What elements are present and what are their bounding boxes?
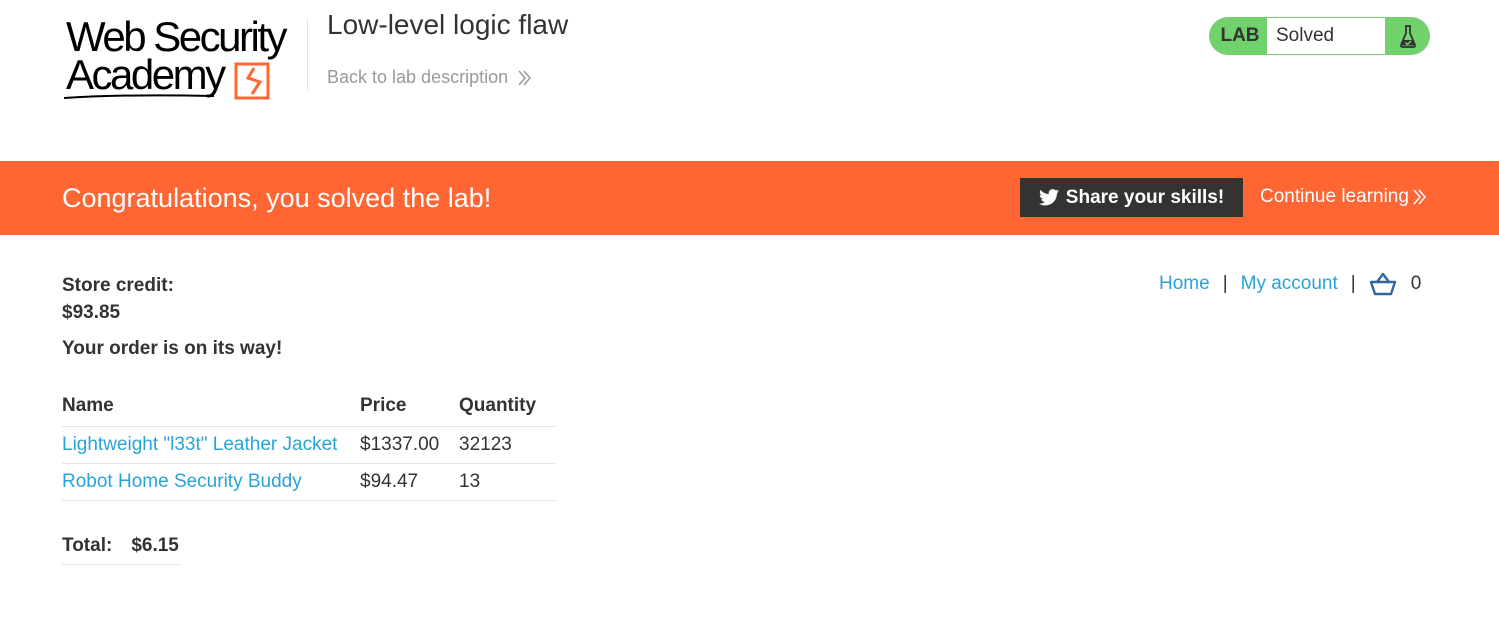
order-table: Name Price Quantity Lightweight "l33t" L… bbox=[62, 387, 556, 501]
lab-badge-label: LAB bbox=[1220, 25, 1260, 46]
nav-separator: | bbox=[1222, 273, 1228, 294]
column-header-quantity: Quantity bbox=[459, 387, 556, 427]
flask-icon bbox=[1385, 24, 1430, 48]
header-divider bbox=[307, 18, 308, 90]
lab-status-text: Solved bbox=[1267, 18, 1385, 54]
product-link[interactable]: Lightweight "l33t" Leather Jacket bbox=[62, 434, 337, 455]
product-name-cell: Lightweight "l33t" Leather Jacket bbox=[62, 426, 360, 464]
double-chevron-right-icon bbox=[1413, 189, 1426, 205]
solved-banner: Congratulations, you solved the lab! Sha… bbox=[0, 161, 1499, 235]
column-header-price: Price bbox=[360, 387, 459, 427]
home-link[interactable]: Home bbox=[1159, 273, 1210, 295]
continue-learning-label: Continue learning bbox=[1260, 186, 1409, 207]
lab-status-badge: LAB Solved bbox=[1209, 17, 1430, 55]
product-quantity-cell: 13 bbox=[459, 463, 556, 501]
back-link-label: Back to lab description bbox=[327, 67, 509, 87]
cart-link[interactable]: 0 bbox=[1369, 272, 1422, 296]
page-header: Web Security Academy Low-level logic fla… bbox=[0, 0, 1499, 161]
column-header-name: Name bbox=[62, 387, 360, 427]
product-quantity-cell: 32123 bbox=[459, 426, 556, 464]
table-header-row: Name Price Quantity bbox=[62, 387, 556, 427]
product-price-cell: $1337.00 bbox=[360, 426, 459, 464]
continue-learning-link[interactable]: Continue learning bbox=[1260, 186, 1427, 208]
total-label: Total: bbox=[62, 535, 113, 556]
twitter-icon bbox=[1038, 189, 1059, 206]
table-row: Robot Home Security Buddy $94.47 13 bbox=[62, 463, 556, 501]
share-button-label: Share your skills! bbox=[1065, 186, 1225, 208]
congratulations-message: Congratulations, you solved the lab! bbox=[62, 183, 492, 213]
total-value: $6.15 bbox=[131, 535, 179, 556]
share-your-skills-button[interactable]: Share your skills! bbox=[1020, 178, 1243, 217]
double-chevron-right-icon bbox=[518, 70, 532, 85]
lab-title: Low-level logic flaw bbox=[327, 9, 569, 40]
my-account-link[interactable]: My account bbox=[1241, 273, 1338, 295]
product-link[interactable]: Robot Home Security Buddy bbox=[62, 471, 302, 492]
product-name-cell: Robot Home Security Buddy bbox=[62, 463, 360, 501]
cart-basket-icon bbox=[1369, 272, 1396, 296]
back-to-lab-description-link[interactable]: Back to lab description bbox=[327, 67, 532, 88]
product-price-cell: $94.47 bbox=[360, 463, 459, 501]
store-credit: Store credit: $93.85 bbox=[62, 272, 174, 326]
nav-separator: | bbox=[1350, 273, 1356, 294]
order-confirmation-message: Your order is on its way! bbox=[62, 338, 283, 359]
logo-mark-icon bbox=[64, 62, 270, 100]
top-nav: Home | My account | 0 bbox=[1159, 270, 1421, 298]
store-credit-value: $93.85 bbox=[62, 302, 121, 323]
store-credit-label: Store credit: bbox=[62, 275, 174, 296]
web-security-academy-logo[interactable]: Web Security Academy bbox=[64, 14, 304, 104]
cart-count: 0 bbox=[1410, 273, 1422, 294]
table-row: Lightweight "l33t" Leather Jacket $1337.… bbox=[62, 426, 556, 464]
order-total: Total: $6.15 bbox=[62, 530, 180, 565]
